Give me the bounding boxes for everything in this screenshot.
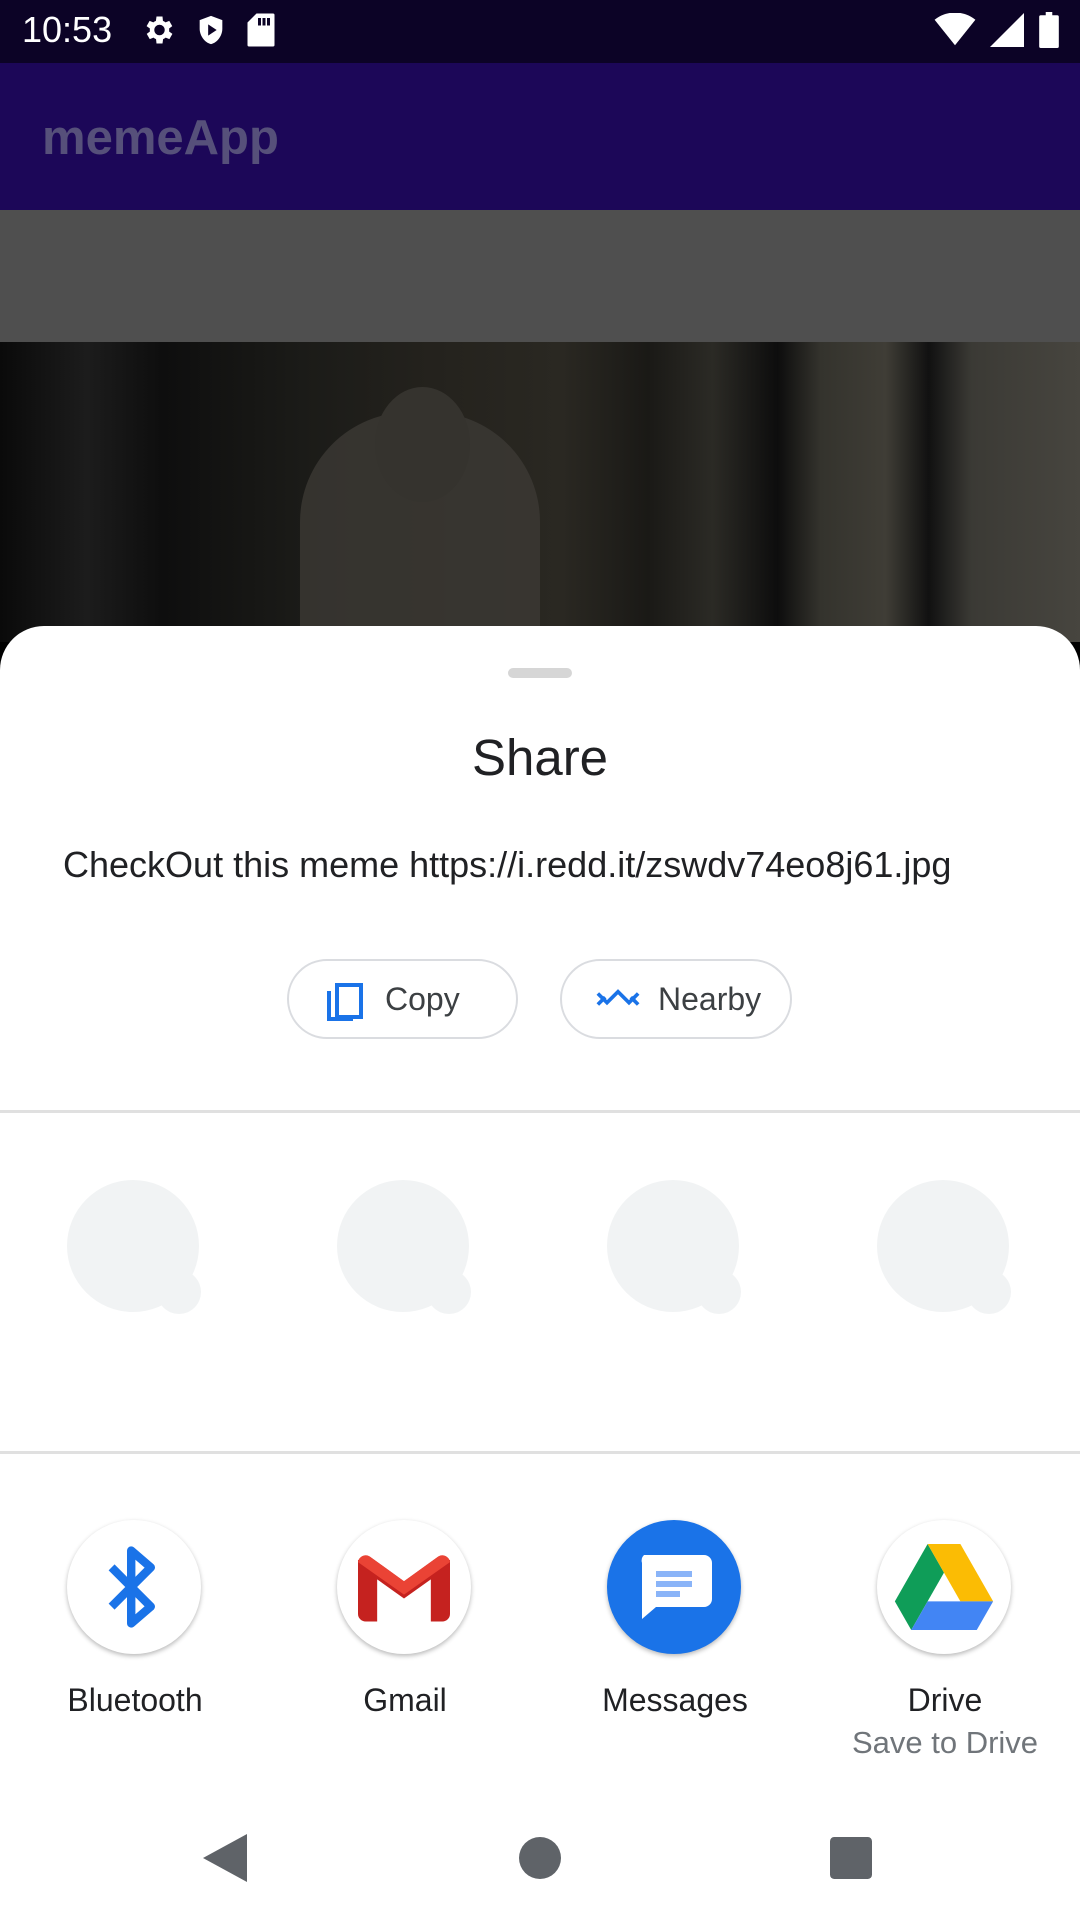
home-button[interactable]	[510, 1830, 570, 1890]
app-label: Messages	[602, 1682, 748, 1718]
app-bar: memeApp	[0, 63, 1080, 210]
share-target-drive[interactable]: Drive Save to Drive	[810, 1520, 1080, 1770]
share-sheet: Share CheckOut this meme https://i.redd.…	[0, 626, 1080, 1920]
nearby-label: Nearby	[658, 980, 762, 1017]
direct-share-placeholder	[877, 1180, 1013, 1316]
direct-share-placeholder	[67, 1180, 203, 1316]
drag-handle[interactable]	[508, 668, 572, 678]
status-icons-left	[140, 10, 276, 54]
recents-button[interactable]	[821, 1830, 881, 1890]
copy-icon	[323, 977, 367, 1021]
drive-icon	[877, 1520, 1011, 1654]
back-button[interactable]	[195, 1830, 255, 1890]
gmail-icon	[337, 1520, 471, 1654]
divider	[0, 1451, 1080, 1454]
divider	[0, 1110, 1080, 1113]
app-sublabel: Save to Drive	[851, 1725, 1039, 1760]
messages-icon	[607, 1520, 741, 1654]
app-title: memeApp	[42, 111, 279, 165]
meme-figure-head	[375, 387, 470, 502]
nearby-icon	[596, 977, 640, 1021]
app-label: Bluetooth	[67, 1682, 203, 1718]
recents-icon	[830, 1836, 872, 1884]
app-label: Gmail	[363, 1682, 447, 1718]
direct-share-placeholder	[607, 1180, 743, 1316]
share-target-messages[interactable]: Messages	[540, 1520, 810, 1770]
direct-share-placeholder	[337, 1180, 473, 1316]
app-label: Drive	[907, 1682, 983, 1718]
copy-label: Copy	[385, 980, 460, 1017]
signal-icon	[990, 12, 1024, 52]
battery-icon	[1038, 11, 1060, 53]
wifi-icon	[934, 12, 976, 52]
share-title: Share	[471, 729, 609, 786]
gear-icon	[140, 12, 176, 53]
nearby-button[interactable]: Nearby	[560, 959, 792, 1039]
shared-text-preview: CheckOut this meme https://i.redd.it/zsw…	[63, 844, 952, 885]
status-time: 10:53	[22, 9, 113, 50]
back-icon	[203, 1833, 247, 1887]
meme-image	[0, 342, 1080, 652]
sd-card-icon	[246, 12, 276, 53]
share-target-gmail[interactable]: Gmail	[270, 1520, 540, 1770]
bluetooth-icon	[67, 1520, 201, 1654]
status-bar: 10:53	[0, 0, 1080, 63]
content-header-band	[0, 210, 1080, 342]
home-icon	[519, 1836, 561, 1884]
shield-icon	[194, 12, 228, 53]
copy-button[interactable]: Copy	[287, 959, 518, 1039]
navigation-bar	[0, 1780, 1080, 1920]
status-icons-right	[934, 10, 1060, 54]
share-target-bluetooth[interactable]: Bluetooth	[0, 1520, 270, 1770]
